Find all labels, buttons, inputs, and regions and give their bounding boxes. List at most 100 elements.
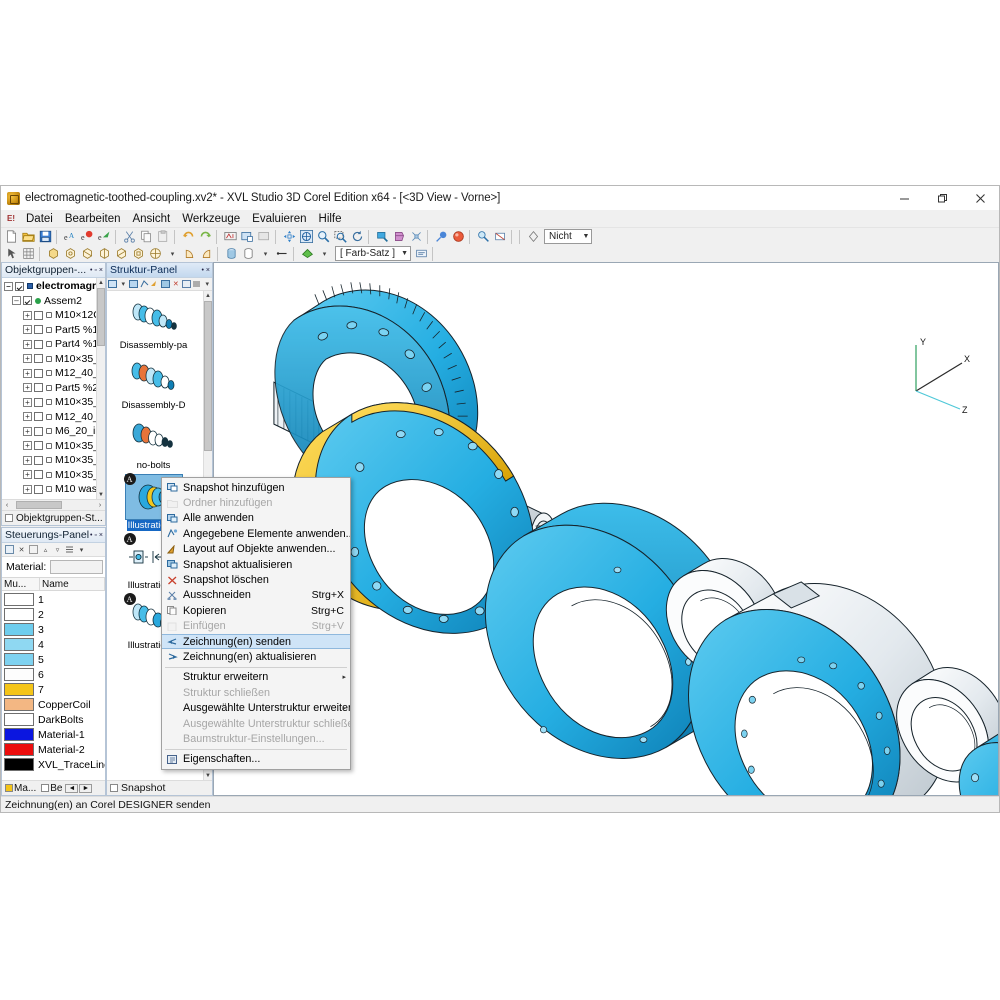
material-row[interactable]: XVL_TraceLine — [2, 757, 105, 772]
rotate-orbit-icon[interactable] — [298, 229, 315, 245]
close-button[interactable] — [961, 186, 999, 210]
context-menu-item[interactable]: Alle anwenden — [162, 511, 350, 526]
snapshot-context-menu[interactable]: Snapshot hinzufügen Ordner hinzufügen Alle… — [161, 477, 351, 771]
menu-datei[interactable]: Datei — [20, 212, 59, 226]
material-row[interactable]: DarkBolts — [2, 712, 105, 727]
box-view-5-icon[interactable] — [113, 246, 130, 262]
dropdown-small-icon[interactable]: ▾ — [316, 246, 333, 262]
material-row[interactable]: 2 — [2, 607, 105, 622]
tree-item-checkbox[interactable] — [34, 325, 43, 335]
tree-item[interactable]: M10×35_ — [3, 453, 105, 468]
dropdown-icon[interactable]: ▾ — [203, 279, 213, 290]
expand-icon[interactable] — [23, 426, 32, 436]
material-color-swatch[interactable] — [4, 668, 34, 681]
scroll-down-arrow[interactable]: ▼ — [97, 490, 105, 499]
cylinder-icon[interactable] — [223, 246, 240, 262]
scroll-up-arrow[interactable]: ▲ — [97, 278, 105, 287]
material-row[interactable]: Material-1 — [2, 727, 105, 742]
zoom-magnifier-icon[interactable] — [315, 229, 332, 245]
panel-close-icon[interactable]: × — [99, 267, 103, 274]
box-view-3-icon[interactable] — [79, 246, 96, 262]
tree-item[interactable]: M10×35_ — [3, 439, 105, 454]
context-menu-item[interactable]: Snapshot löschen — [162, 572, 350, 587]
context-menu-item[interactable]: Snapshot hinzufügen — [162, 480, 350, 495]
object-tree-vscrollbar[interactable]: ▲ ▼ — [96, 278, 105, 499]
snapshot-add-icon[interactable] — [239, 229, 256, 245]
tab-nav-right[interactable]: ► — [79, 783, 93, 793]
context-menu-item[interactable]: Zeichnung(en) aktualisieren — [162, 649, 350, 664]
snapshot-thumbnail-image[interactable] — [126, 355, 182, 399]
tree-item-checkbox[interactable] — [34, 310, 43, 320]
collapse-icon[interactable] — [4, 281, 13, 291]
dropdown-small-icon[interactable]: ▾ — [164, 246, 181, 262]
delete-x-icon[interactable]: ✕ — [171, 279, 181, 290]
menu-ansicht[interactable]: Ansicht — [126, 212, 176, 226]
expand-icon[interactable] — [23, 383, 32, 393]
restore-button[interactable] — [923, 186, 961, 210]
material-color-swatch[interactable] — [4, 623, 34, 636]
system-menu-icon[interactable]: E! — [5, 213, 17, 225]
shading-mode-combo[interactable]: Nicht ▼ — [544, 229, 593, 244]
render-ball-icon[interactable] — [450, 229, 467, 245]
expand-icon[interactable] — [23, 368, 32, 378]
menu-werkzeuge[interactable]: Werkzeuge — [176, 212, 246, 226]
tree-item[interactable]: M12_40_i — [3, 366, 105, 381]
object-groups-tab-label[interactable]: Objektgruppen-St... — [16, 513, 103, 524]
move-down-icon[interactable]: ▿ — [52, 544, 63, 555]
material-color-swatch[interactable] — [4, 728, 34, 741]
expand-icon[interactable] — [23, 455, 32, 465]
light-blue-icon[interactable] — [433, 229, 450, 245]
zoom-fit-icon[interactable] — [374, 229, 391, 245]
material-color-swatch[interactable] — [4, 608, 34, 621]
material-color-swatch[interactable] — [4, 653, 34, 666]
tree-item-checkbox[interactable] — [23, 296, 32, 306]
chevron-down-icon[interactable]: ▼ — [401, 250, 408, 257]
tree-item[interactable]: M10×12C — [3, 308, 105, 323]
panel-pin-icon[interactable]: • — [90, 267, 92, 274]
material-color-swatch[interactable] — [4, 638, 34, 651]
explode-icon[interactable] — [408, 229, 425, 245]
material-color-swatch[interactable] — [4, 743, 34, 756]
snapshot-thumbnail-item[interactable]: Disassembly-pa — [107, 291, 200, 351]
material-color-swatch[interactable] — [4, 593, 34, 606]
tree-item[interactable]: M10 wash — [3, 482, 105, 497]
arc-right-icon[interactable] — [198, 246, 215, 262]
minimize-button[interactable] — [885, 186, 923, 210]
expand-icon[interactable] — [23, 441, 32, 451]
context-menu-item[interactable]: Kopieren Strg+C — [162, 603, 350, 618]
menu-bearbeiten[interactable]: Bearbeiten — [59, 212, 127, 226]
tree-item[interactable]: Part5 %2 — [3, 381, 105, 396]
tree-item-checkbox[interactable] — [34, 484, 43, 494]
vscroll-thumb[interactable] — [97, 288, 105, 346]
measure-icon[interactable] — [222, 229, 239, 245]
box-view-1-icon[interactable] — [45, 246, 62, 262]
panel-close-icon[interactable]: × — [206, 267, 210, 274]
move-up-icon[interactable]: ▵ — [40, 544, 51, 555]
add-material-icon[interactable] — [4, 544, 15, 555]
expand-icon[interactable] — [23, 397, 32, 407]
delete-material-icon[interactable]: ✕ — [16, 544, 27, 555]
dropdown-icon[interactable]: ▾ — [76, 544, 87, 555]
material-color-swatch[interactable] — [4, 698, 34, 711]
tree-item-checkbox[interactable] — [34, 470, 43, 480]
zoom-select-icon[interactable] — [475, 229, 492, 245]
context-menu-item[interactable]: Ausgewählte Unterstruktur erweitern ▸ — [162, 700, 350, 715]
tree-item[interactable]: M10×35_ — [3, 468, 105, 483]
pointer-select-icon[interactable] — [3, 246, 20, 262]
material-row[interactable]: 7 — [2, 682, 105, 697]
context-menu-item[interactable]: Struktur erweitern ▸ — [162, 670, 350, 685]
material-row[interactable]: 6 — [2, 667, 105, 682]
open-folder-icon[interactable] — [20, 229, 37, 245]
export-e-a-icon[interactable]: eA — [62, 229, 79, 245]
spin-icon[interactable] — [349, 229, 366, 245]
export-e-green-icon[interactable]: e — [96, 229, 113, 245]
material-color-swatch[interactable] — [4, 713, 34, 726]
box-view-2-icon[interactable] — [62, 246, 79, 262]
context-menu-item[interactable]: Ausschneiden Strg+X — [162, 588, 350, 603]
zoom-window-icon[interactable] — [332, 229, 349, 245]
collapse-icon[interactable] — [12, 296, 21, 306]
new-document-icon[interactable] — [3, 229, 20, 245]
cylinder-outline-icon[interactable] — [240, 246, 257, 262]
tree-item-checkbox[interactable] — [34, 455, 43, 465]
update-icon[interactable] — [160, 279, 171, 290]
